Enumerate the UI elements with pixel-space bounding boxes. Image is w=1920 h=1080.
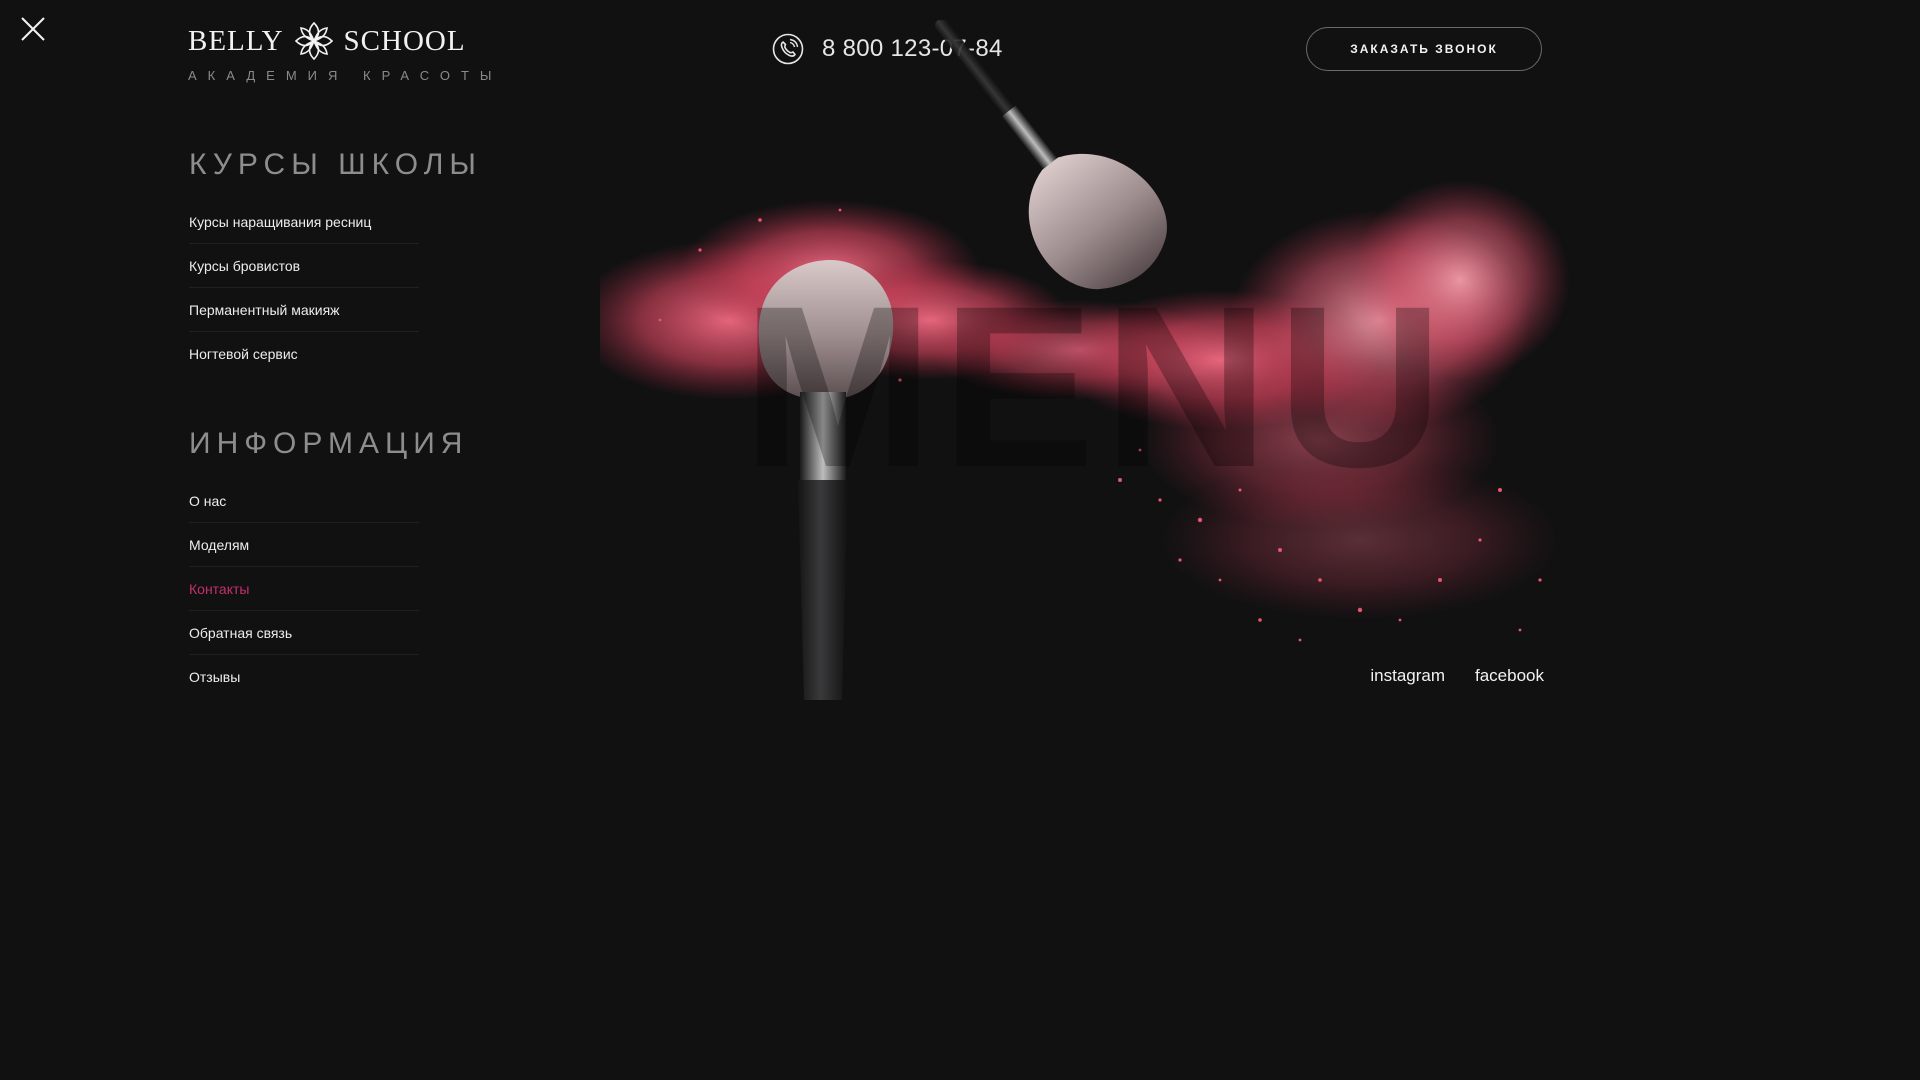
menu-item-models[interactable]: Моделям	[189, 523, 419, 567]
logo-tagline: АКАДЕМИЯ КРАСОТЫ	[188, 68, 503, 83]
logo-left-word: BELLY	[188, 24, 284, 57]
menu-item-about[interactable]: О нас	[189, 479, 419, 523]
menu-item-contacts[interactable]: Контакты	[189, 567, 419, 611]
courses-title: КУРСЫ ШКОЛЫ	[189, 148, 482, 181]
flower-icon	[294, 21, 333, 61]
courses-section: КУРСЫ ШКОЛЫ Курсы наращивания ресниц Кур…	[189, 148, 482, 376]
menu-item-nail-service[interactable]: Ногтевой сервис	[189, 332, 419, 376]
close-icon[interactable]	[20, 16, 46, 42]
info-section: ИНФОРМАЦИЯ О нас Моделям Контакты Обратн…	[189, 427, 468, 699]
instagram-link[interactable]: instagram	[1370, 666, 1445, 686]
social-links: instagram facebook	[1370, 666, 1544, 686]
logo-right-word: SCHOOL	[343, 24, 466, 57]
menu-item-feedback[interactable]: Обратная связь	[189, 611, 419, 655]
menu-item-brow-courses[interactable]: Курсы бровистов	[189, 244, 419, 288]
menu-item-permanent-makeup[interactable]: Перманентный макияж	[189, 288, 419, 332]
info-list: О нас Моделям Контакты Обратная связь От…	[189, 479, 419, 699]
menu-item-reviews[interactable]: Отзывы	[189, 655, 419, 699]
menu-overlay: BELLY SCHOOL АКАДЕМИЯ КРАСОТЫ 8 800 123-…	[0, 0, 1920, 1080]
courses-list: Курсы наращивания ресниц Курсы бровистов…	[189, 200, 419, 376]
facebook-link[interactable]: facebook	[1475, 666, 1544, 686]
menu-item-eyelash-courses[interactable]: Курсы наращивания ресниц	[189, 200, 419, 244]
hero-brushes-powder-image	[600, 20, 1570, 700]
logo[interactable]: BELLY SCHOOL АКАДЕМИЯ КРАСОТЫ	[188, 18, 503, 83]
info-title: ИНФОРМАЦИЯ	[189, 427, 469, 460]
